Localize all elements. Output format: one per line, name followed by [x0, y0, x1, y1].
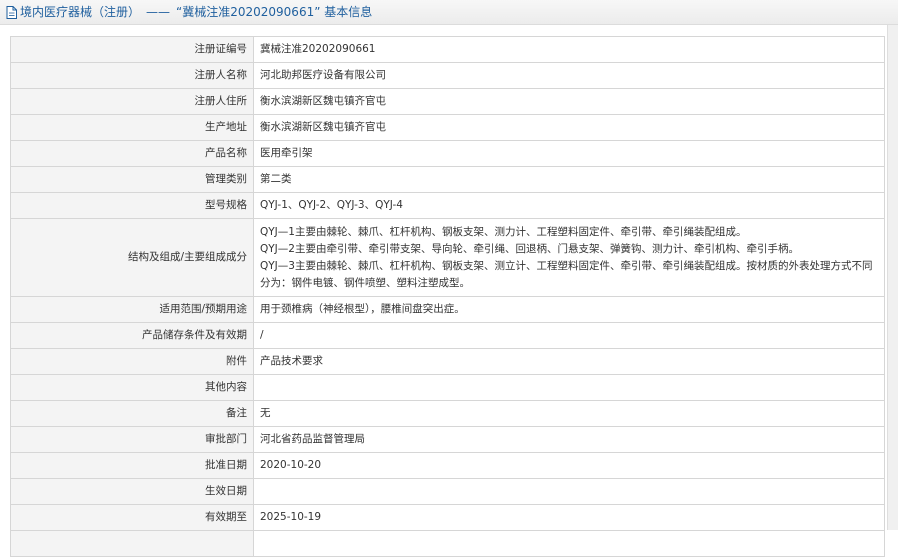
- page-header: 境内医疗器械（注册） —— “冀械注准20202090661” 基本信息: [0, 0, 898, 25]
- field-label: 注册人名称: [10, 62, 254, 89]
- field-label: 生效日期: [10, 478, 254, 505]
- table-row: 其他内容: [10, 374, 885, 401]
- field-value: 河北助邦医疗设备有限公司: [253, 62, 885, 89]
- table-row: 有效期至 2025-10-19: [10, 504, 885, 531]
- field-value: 河北省药品监督管理局: [253, 426, 885, 453]
- field-value: 衡水滨湖新区魏屯镇齐官屯: [253, 88, 885, 115]
- field-label: 适用范围/预期用途: [10, 296, 254, 323]
- field-value: 衡水滨湖新区魏屯镇齐官屯: [253, 114, 885, 141]
- field-value: 医用牵引架: [253, 140, 885, 167]
- field-value: 2025-10-19: [253, 504, 885, 531]
- breadcrumb-separator: ——: [146, 5, 171, 19]
- field-label: 管理类别: [10, 166, 254, 193]
- field-label: 备注: [10, 400, 254, 427]
- field-label: 型号规格: [10, 192, 254, 219]
- table-row: 产品名称 医用牵引架: [10, 140, 885, 167]
- field-label: 注册人住所: [10, 88, 254, 115]
- field-label: 结构及组成/主要组成成分: [10, 218, 254, 297]
- table-row: 审批部门 河北省药品监督管理局: [10, 426, 885, 453]
- table-row: 管理类别 第二类: [10, 166, 885, 193]
- table-row: 注册人名称 河北助邦医疗设备有限公司: [10, 62, 885, 89]
- field-label: 附件: [10, 348, 254, 375]
- field-value: [253, 478, 885, 505]
- table-row: 生产地址 衡水滨湖新区魏屯镇齐官屯: [10, 114, 885, 141]
- field-value: [253, 374, 885, 401]
- field-label: [10, 530, 254, 557]
- field-value: 2020-10-20: [253, 452, 885, 479]
- field-label: 审批部门: [10, 426, 254, 453]
- field-value: QYJ—1主要由棘轮、棘爪、杠杆机构、钢板支架、测力计、工程塑料固定件、牵引带、…: [253, 218, 885, 297]
- table-row: 备注无: [10, 400, 885, 427]
- table-row: 适用范围/预期用途 用于颈椎病（神经根型），腰椎间盘突出症。: [10, 296, 885, 323]
- field-value: 冀械注准20202090661: [253, 36, 885, 63]
- field-label: 批准日期: [10, 452, 254, 479]
- field-label: 产品储存条件及有效期: [10, 322, 254, 349]
- field-value: 产品技术要求: [253, 348, 885, 375]
- table-row: [10, 530, 885, 557]
- field-value: 第二类: [253, 166, 885, 193]
- detail-table-container: 注册证编号 冀械注准20202090661 注册人名称 河北助邦医疗设备有限公司 注册人…: [10, 36, 885, 557]
- detail-table: 注册证编号 冀械注准20202090661 注册人名称 河北助邦医疗设备有限公司 注册人…: [10, 36, 885, 557]
- field-label: 产品名称: [10, 140, 254, 167]
- field-value: QYJ-1、QYJ-2、QYJ-3、QYJ-4: [253, 192, 885, 219]
- field-label: 注册证编号: [10, 36, 254, 63]
- field-value: /: [253, 322, 885, 349]
- breadcrumb-root[interactable]: 境内医疗器械（注册）: [20, 0, 140, 24]
- table-row: 产品储存条件及有效期 /: [10, 322, 885, 349]
- page-title: “冀械注准20202090661” 基本信息: [176, 5, 373, 19]
- table-row: 批准日期 2020-10-20: [10, 452, 885, 479]
- table-row: 型号规格 QYJ-1、QYJ-2、QYJ-3、QYJ-4: [10, 192, 885, 219]
- field-label: 生产地址: [10, 114, 254, 141]
- vertical-scrollbar[interactable]: [887, 25, 898, 530]
- field-label: 有效期至: [10, 504, 254, 531]
- table-row: 生效日期: [10, 478, 885, 505]
- field-label: 其他内容: [10, 374, 254, 401]
- field-value: 用于颈椎病（神经根型），腰椎间盘突出症。: [253, 296, 885, 323]
- table-row: 注册人住所 衡水滨湖新区魏屯镇齐官屯: [10, 88, 885, 115]
- field-value: 无: [253, 400, 885, 427]
- table-row: 附件 产品技术要求: [10, 348, 885, 375]
- table-row: 结构及组成/主要组成成分 QYJ—1主要由棘轮、棘爪、杠杆机构、钢板支架、测力计、…: [10, 218, 885, 297]
- table-row: 注册证编号 冀械注准20202090661: [10, 36, 885, 63]
- document-icon: [6, 5, 17, 19]
- field-value: [253, 530, 885, 557]
